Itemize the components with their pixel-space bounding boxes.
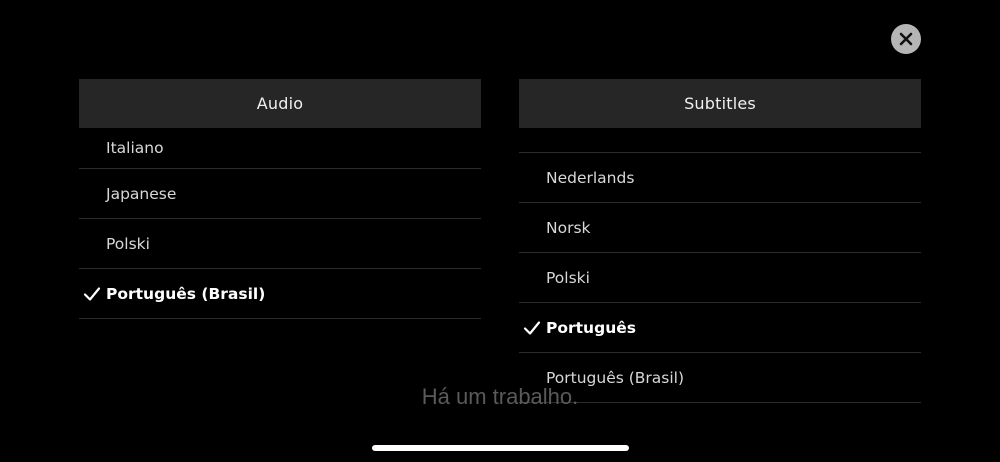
audio-option-label: Japanese [106,184,177,203]
audio-title: Audio [256,94,304,113]
subtitles-list[interactable]: Nederlands Norsk Polski Português Portug… [519,128,921,418]
audio-option-japanese[interactable]: Japanese [79,169,481,219]
checkmark-icon [83,285,101,303]
checkmark-icon [523,319,541,337]
audio-option-label: Polski [106,234,150,253]
subtitle-option-norsk[interactable]: Norsk [519,203,921,253]
audio-option-label: Português (Brasil) [106,284,266,303]
subtitles-header: Subtitles [519,79,921,128]
subtitle-option-hidden[interactable] [519,128,921,153]
audio-option-label: Italiano [106,139,164,157]
track-selection-screen: Audio Italiano Japanese Polski Português… [0,0,1000,462]
subtitle-option-label: Norsk [546,218,591,237]
close-icon [899,32,913,46]
subtitle-option-nederlands[interactable]: Nederlands [519,153,921,203]
subtitle-option-polski[interactable]: Polski [519,253,921,303]
audio-list[interactable]: Italiano Japanese Polski Português (Bras… [79,128,481,378]
subtitle-option-portugues[interactable]: Português [519,303,921,353]
subtitle-option-label: Nederlands [546,168,635,187]
home-indicator[interactable] [372,445,629,451]
audio-header: Audio [79,79,481,128]
audio-option-italiano[interactable]: Italiano [79,128,481,169]
audio-option-polski[interactable]: Polski [79,219,481,269]
audio-panel: Audio Italiano Japanese Polski Português… [79,79,481,378]
close-button[interactable] [891,24,921,54]
subtitle-option-label: Polski [546,268,590,287]
subtitle-option-label: Português (Brasil) [546,368,685,387]
subtitles-panel: Subtitles Nederlands Norsk Polski Portug… [519,79,921,418]
audio-option-portugues-brasil[interactable]: Português (Brasil) [79,269,481,319]
subtitle-option-portugues-brasil[interactable]: Português (Brasil) [519,353,921,403]
subtitle-option-label: Português [546,318,636,337]
subtitles-title: Subtitles [684,94,756,113]
